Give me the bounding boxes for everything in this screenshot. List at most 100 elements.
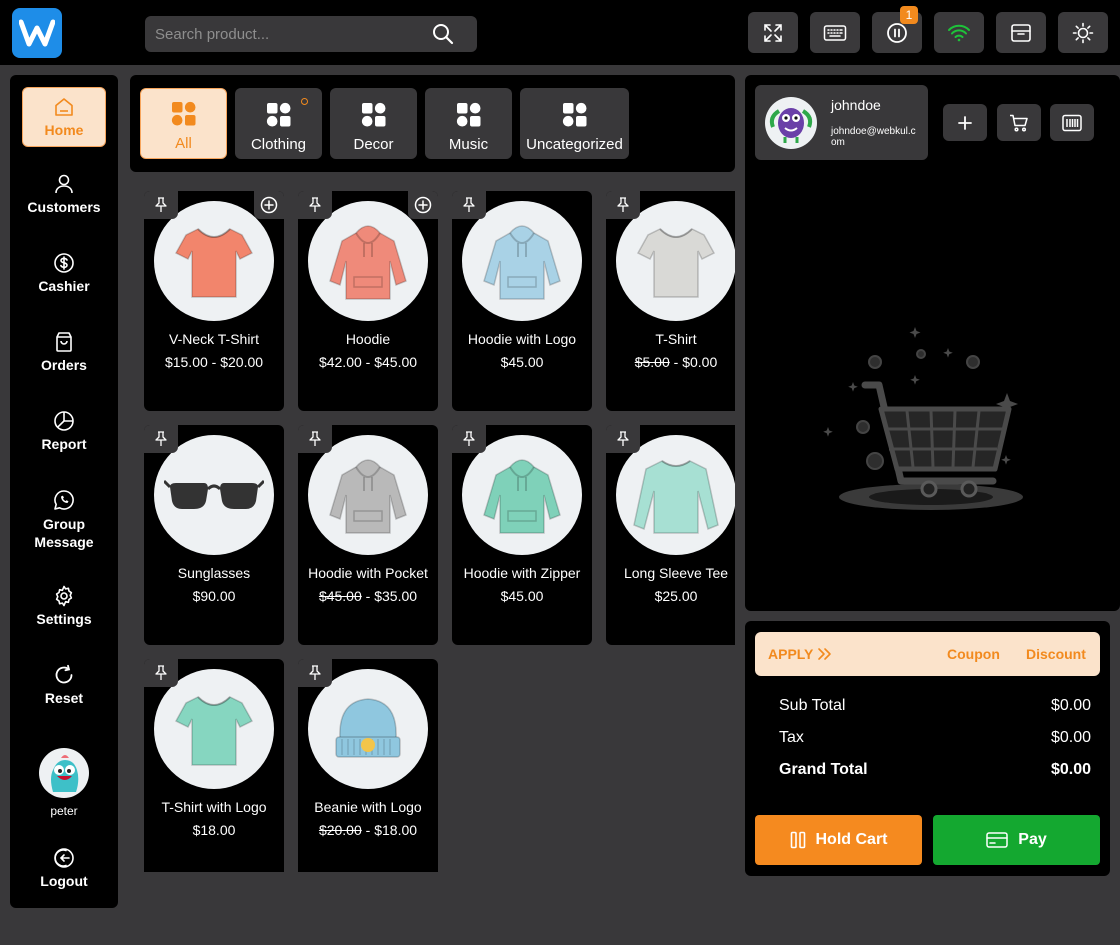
product-price-row: $18.00 (144, 822, 284, 838)
product-options-button[interactable] (408, 191, 438, 219)
product-options-button[interactable] (254, 191, 284, 219)
plus-circle-icon (260, 196, 278, 214)
product-price-row: $45.00 (452, 588, 592, 604)
fullscreen-button[interactable] (748, 12, 798, 53)
pin-product-button[interactable] (144, 191, 178, 219)
pin-product-button[interactable] (144, 659, 178, 687)
product-card[interactable]: Long Sleeve Tee $25.00 (606, 425, 735, 645)
product-card[interactable]: Beanie with Logo $20.00 - $18.00 (298, 659, 438, 872)
sidebar-item-reset[interactable]: Reset (10, 664, 118, 706)
product-card[interactable]: Hoodie with Logo $45.00 (452, 191, 592, 411)
category-bar: All Clothing Decor Music Uncategorized (130, 75, 735, 172)
sidebar-item-cashier[interactable]: Cashier (10, 252, 118, 294)
product-card[interactable]: Hoodie with Zipper $45.00 (452, 425, 592, 645)
product-card[interactable]: T-Shirt with Logo $18.00 (144, 659, 284, 872)
product-image-frame (462, 435, 582, 555)
sidebar-item-label: Logout (40, 873, 88, 889)
user-avatar-icon (51, 755, 79, 792)
product-card[interactable]: T-Shirt $5.00 - $0.00 (606, 191, 735, 411)
sidebar-item-report[interactable]: Report (10, 410, 118, 452)
sidebar-item-logout[interactable]: Logout (10, 847, 118, 889)
pay-button[interactable]: Pay (933, 815, 1100, 865)
pie-chart-icon (54, 411, 74, 431)
product-card[interactable]: V-Neck T-Shirt $15.00 - $20.00 (144, 191, 284, 411)
search-icon[interactable] (431, 22, 455, 46)
product-name: Hoodie (345, 331, 391, 347)
hold-orders-button[interactable]: 1 (872, 6, 922, 53)
product-price-row: $15.00 - $20.00 (144, 354, 284, 370)
sidebar-item-label: Reset (44, 690, 84, 706)
product-name: Beanie with Logo (314, 799, 422, 815)
sidebar-item-customers[interactable]: Customers (10, 173, 118, 215)
product-card[interactable]: Sunglasses $90.00 (144, 425, 284, 645)
product-image-frame (154, 201, 274, 321)
pin-product-button[interactable] (452, 425, 486, 453)
sidebar-item-group-message[interactable]: Group Message (10, 489, 118, 551)
category-decor[interactable]: Decor (330, 88, 417, 159)
category-all[interactable]: All (140, 88, 227, 159)
sidebar-item-label: Customers (27, 199, 101, 215)
product-price-row: $42.00 - $45.00 (298, 354, 438, 370)
pin-product-button[interactable] (298, 425, 332, 453)
product-card[interactable]: Hoodie with Pocket $45.00 - $35.00 (298, 425, 438, 645)
sidebar-item-settings[interactable]: Settings (10, 585, 118, 627)
sun-icon (1072, 22, 1094, 43)
user-icon (55, 174, 73, 194)
plus-icon (958, 115, 972, 130)
pin-icon (155, 197, 167, 212)
pin-product-button[interactable] (606, 425, 640, 453)
product-image (483, 459, 561, 534)
category-uncategorized[interactable]: Uncategorized (520, 88, 629, 159)
app-logo[interactable] (12, 8, 62, 58)
bag-icon (56, 332, 72, 352)
product-image (329, 459, 407, 534)
drawer-icon (1011, 23, 1031, 42)
product-image-frame (616, 435, 735, 555)
sidebar-item-orders[interactable]: Orders (10, 331, 118, 373)
cart-icon (1010, 114, 1028, 132)
apply-button[interactable]: APPLY (768, 646, 833, 662)
plus-circle-icon (414, 196, 432, 214)
avatar[interactable] (39, 748, 89, 798)
wifi-icon (948, 24, 970, 41)
product-card[interactable]: Hoodie $42.00 - $45.00 (298, 191, 438, 411)
theme-toggle-button[interactable] (1058, 12, 1108, 53)
product-image (633, 460, 719, 534)
category-music[interactable]: Music (425, 88, 512, 159)
pin-product-button[interactable] (298, 659, 332, 687)
product-image-frame (616, 201, 735, 321)
dollar-icon (54, 253, 74, 273)
pin-product-button[interactable] (452, 191, 486, 219)
home-icon (55, 98, 73, 116)
network-status-button[interactable] (934, 12, 984, 53)
add-customer-button[interactable] (943, 104, 987, 141)
sidebar-item-home[interactable]: Home (22, 87, 106, 147)
customer-card[interactable]: johndoe johndoe@webkul.com (755, 85, 928, 160)
sidebar-item-label: Settings (36, 611, 92, 627)
product-image (329, 225, 407, 300)
product-price-row: $90.00 (144, 588, 284, 604)
search-input[interactable] (145, 16, 477, 52)
keyboard-button[interactable] (810, 12, 860, 53)
product-price: $18.00 (192, 822, 236, 838)
coupon-button[interactable]: Coupon (947, 646, 1000, 662)
category-label: Music (448, 136, 489, 153)
sidebar-item-label: Group Message (34, 516, 94, 550)
product-price: $42.00 - $45.00 (318, 354, 418, 370)
product-image-frame (154, 435, 274, 555)
discount-button[interactable]: Discount (1026, 646, 1086, 662)
category-clothing[interactable]: Clothing (235, 88, 322, 159)
barcode-button[interactable] (1050, 104, 1094, 141)
pause-bars-icon (790, 831, 805, 849)
sidebar-item-label: Home (44, 122, 84, 138)
product-price-row: $45.00 - $35.00 (318, 588, 418, 604)
cart-button[interactable] (997, 104, 1041, 141)
logout-icon (54, 848, 74, 868)
hold-cart-button[interactable]: Hold Cart (755, 815, 922, 865)
customer-email: johndoe@webkul.com (831, 126, 916, 148)
cash-drawer-button[interactable] (996, 12, 1046, 53)
pin-product-button[interactable] (606, 191, 640, 219)
pin-product-button[interactable] (144, 425, 178, 453)
apply-label: APPLY (768, 646, 814, 662)
pin-product-button[interactable] (298, 191, 332, 219)
